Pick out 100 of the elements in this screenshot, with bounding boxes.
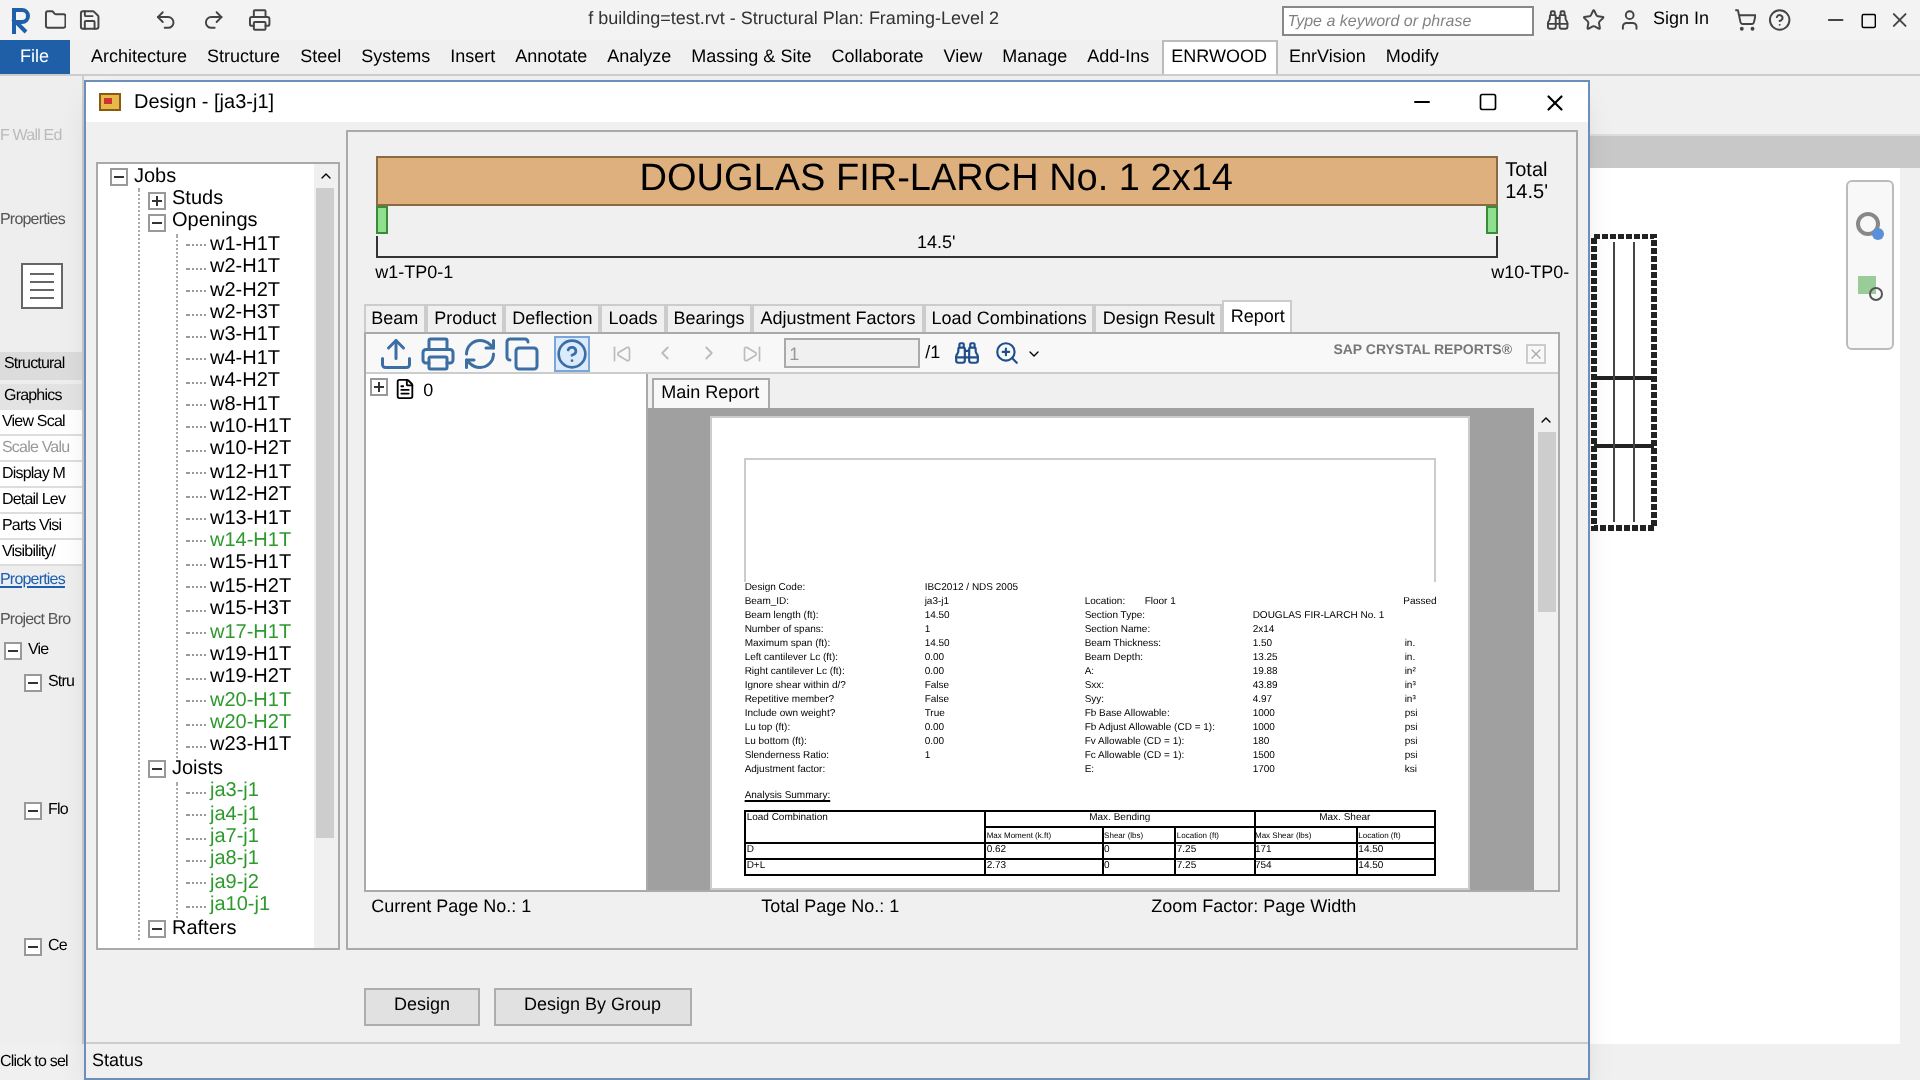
tree-item[interactable]: Openings: [172, 212, 258, 233]
tree-item[interactable]: Joists: [172, 759, 224, 780]
ribbon-tab[interactable]: Structure: [199, 40, 289, 74]
scrollbar[interactable]: [1900, 168, 1920, 1044]
print-icon[interactable]: [419, 335, 456, 371]
ribbon-tab[interactable]: File: [0, 40, 70, 74]
redo-icon[interactable]: [201, 8, 225, 32]
tree-item[interactable]: w19-H1T: [210, 645, 292, 666]
ribbon-tab[interactable]: Insert: [442, 40, 504, 74]
tree-item[interactable]: w17-H1T: [210, 623, 292, 643]
star-icon[interactable]: [1582, 8, 1606, 32]
expand-icon[interactable]: [148, 191, 166, 210]
collapse-icon[interactable]: [24, 937, 42, 955]
collapse-icon[interactable]: [148, 760, 166, 779]
collapse-icon[interactable]: [148, 920, 166, 939]
type-selector[interactable]: Structural: [0, 352, 82, 380]
collapse-icon[interactable]: [148, 213, 166, 232]
tab[interactable]: Report: [1222, 300, 1293, 332]
scroll-up-icon[interactable]: [1538, 412, 1554, 428]
sign-in-link[interactable]: Sign In: [1653, 6, 1710, 34]
action-button[interactable]: Design By Group: [494, 987, 692, 1025]
tree-item[interactable]: w2-H2T: [210, 281, 281, 302]
zoom-wheel-icon[interactable]: [1854, 210, 1886, 242]
ribbon-tab[interactable]: ENRWOOD: [1161, 40, 1277, 74]
action-button[interactable]: Design: [364, 987, 481, 1025]
ribbon-tab[interactable]: EnrVision: [1281, 40, 1374, 74]
binoculars-icon[interactable]: [1546, 8, 1571, 32]
close-icon[interactable]: [1542, 89, 1568, 115]
expand-icon[interactable]: [369, 378, 388, 396]
ribbon-tab[interactable]: Massing & Site: [683, 40, 820, 74]
tree-item[interactable]: w1-H1T: [210, 235, 281, 256]
help-icon[interactable]: [553, 335, 590, 371]
tree-item[interactable]: w15-H2T: [210, 577, 292, 598]
properties-link[interactable]: Properties: [0, 568, 65, 592]
ribbon-tab[interactable]: Architecture: [83, 40, 196, 74]
tree-item[interactable]: w12-H1T: [210, 463, 292, 484]
browser-item[interactable]: Flo: [48, 798, 68, 822]
tree-item[interactable]: w8-H1T: [210, 395, 281, 416]
ribbon-tab[interactable]: View: [935, 40, 991, 74]
open-icon[interactable]: [43, 8, 67, 32]
tab[interactable]: Adjustment Factors: [752, 304, 924, 332]
tree-item[interactable]: 0: [423, 378, 434, 405]
ribbon-tab[interactable]: Manage: [994, 40, 1076, 74]
copy-icon[interactable]: [503, 335, 540, 371]
user-icon[interactable]: [1617, 8, 1642, 32]
tree-item[interactable]: ja8-j1: [210, 850, 259, 871]
tab[interactable]: Bearings: [665, 304, 753, 332]
ribbon-tab[interactable]: Modify: [1377, 40, 1447, 74]
tab[interactable]: Loads: [600, 304, 666, 332]
tab[interactable]: Load Combinations: [923, 304, 1095, 332]
collapse-icon[interactable]: [4, 641, 22, 659]
tree-item[interactable]: w15-H1T: [210, 554, 292, 575]
collapse-icon[interactable]: [24, 801, 42, 819]
tree-item[interactable]: w19-H2T: [210, 668, 292, 689]
cart-icon[interactable]: [1733, 8, 1757, 32]
tab[interactable]: Deflection: [504, 304, 601, 332]
tree-item[interactable]: Rafters: [172, 919, 237, 940]
restore-icon[interactable]: [1859, 11, 1877, 29]
collapse-icon[interactable]: [110, 168, 128, 187]
tree-item[interactable]: ja4-j1: [210, 805, 259, 826]
find-icon[interactable]: [954, 340, 981, 366]
tree-item[interactable]: w23-H1T: [210, 736, 292, 757]
ribbon-tab[interactable]: Add-Ins: [1079, 40, 1158, 74]
tree-item[interactable]: w2-H1T: [210, 258, 281, 279]
tree-item[interactable]: w15-H3T: [210, 600, 292, 621]
tree-item[interactable]: w20-H1T: [210, 691, 292, 712]
tree-item[interactable]: w10-H1T: [210, 417, 292, 438]
scrollbar[interactable]: [313, 164, 338, 948]
tree-item[interactable]: w14-H1T: [210, 531, 292, 552]
tree-item[interactable]: w20-H2T: [210, 714, 292, 735]
tree-item[interactable]: w12-H2T: [210, 486, 292, 507]
tree-item[interactable]: ja10-j1: [210, 896, 271, 917]
tree-item[interactable]: ja9-j2: [210, 873, 259, 894]
browser-item[interactable]: Stru: [48, 670, 75, 694]
browser-item[interactable]: Ce: [48, 934, 67, 958]
ribbon-tab[interactable]: Annotate: [507, 40, 596, 74]
tree-item[interactable]: w2-H3T: [210, 304, 281, 325]
scrollbar[interactable]: [1534, 408, 1558, 890]
print-icon[interactable]: [248, 8, 273, 32]
tab[interactable]: Beam: [363, 304, 427, 332]
tab[interactable]: Design Result: [1094, 304, 1223, 332]
tab[interactable]: Product: [426, 304, 505, 332]
tree-item[interactable]: ja3-j1: [210, 782, 259, 803]
browser-item[interactable]: Vie: [28, 638, 49, 662]
tree-item[interactable]: w3-H1T: [210, 326, 281, 347]
tree-item[interactable]: w13-H1T: [210, 509, 292, 530]
tree-item[interactable]: w4-H2T: [210, 372, 281, 393]
help-icon[interactable]: [1768, 8, 1792, 32]
ribbon-tab[interactable]: Analyze: [599, 40, 680, 74]
save-icon[interactable]: [78, 8, 103, 32]
zoom-icon[interactable]: [994, 340, 1021, 366]
tree-item[interactable]: w4-H1T: [210, 349, 281, 370]
maximize-icon[interactable]: [1478, 92, 1498, 112]
ribbon-tab[interactable]: Steel: [292, 40, 350, 74]
tree-item[interactable]: ja7-j1: [210, 828, 259, 849]
ribbon-tab[interactable]: Systems: [353, 40, 439, 74]
export-icon[interactable]: [377, 335, 414, 371]
undo-icon[interactable]: [154, 8, 178, 32]
collapse-icon[interactable]: [24, 673, 42, 691]
refresh-icon[interactable]: [461, 335, 498, 371]
